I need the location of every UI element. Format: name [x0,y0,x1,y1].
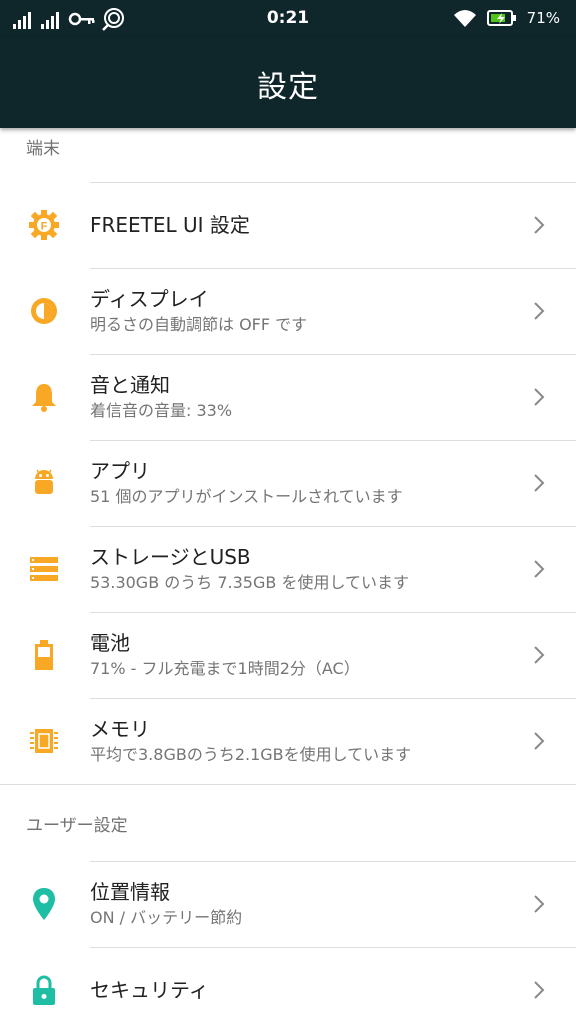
page-title: 設定 [257,70,319,105]
item-summary: 平均で3.8GBのうち2.1GBを使用しています [90,745,412,764]
item-summary: ON / バッテリー節約 [90,908,243,927]
chevron-right-icon [534,981,545,999]
item-label: FREETEL UI 設定 [90,213,250,237]
settings-item-location[interactable]: 位置情報 ON / バッテリー節約 [0,861,576,947]
item-summary: 着信音の音量: 33% [90,401,233,420]
item-summary: 明るさの自動調節は OFF です [90,315,308,334]
item-label: 位置情報 [90,880,170,904]
settings-item-apps[interactable]: アプリ 51 個のアプリがインストールされています [0,440,576,526]
chevron-right-icon [534,388,545,406]
lock-icon [26,972,62,1008]
settings-list: 端末 F FREETEL UI 設定 ディスプレイ 明るさの自動調節は OFF … [0,128,576,1033]
location-icon [26,886,62,922]
chevron-right-icon [534,474,545,492]
wifi-icon [453,10,476,27]
item-summary: 51 個のアプリがインストールされています [90,487,403,506]
battery-percent: 71% [526,9,560,27]
chevron-right-icon [534,560,545,578]
item-label: アプリ [90,459,150,483]
chevron-right-icon [534,302,545,320]
settings-item-security[interactable]: セキュリティ [0,947,576,1033]
section-header-user-settings: ユーザー設定 [26,815,128,836]
bell-icon [26,379,62,415]
app-bar: 設定 [0,38,576,128]
item-summary: 53.30GB のうち 7.35GB を使用しています [90,573,409,592]
battery-icon [26,637,62,673]
settings-item-storage[interactable]: ストレージとUSB 53.30GB のうち 7.35GB を使用しています [0,526,576,612]
chevron-right-icon [534,216,545,234]
svg-text:F: F [41,221,48,233]
status-right-icons: 71% [453,8,560,28]
settings-item-sound[interactable]: 音と通知 着信音の音量: 33% [0,354,576,440]
item-label: ディスプレイ [90,287,209,311]
battery-charging-icon [486,10,516,26]
item-label: 音と通知 [90,373,170,397]
item-label: ストレージとUSB [90,545,251,569]
memory-icon [26,723,62,759]
item-label: 電池 [90,631,130,655]
section-header-device: 端末 [26,139,60,159]
brightness-icon [26,293,62,329]
item-label: セキュリティ [90,978,209,1002]
storage-icon [26,551,62,587]
status-bar: 0:21 71% [0,0,576,38]
chevron-right-icon [534,895,545,913]
settings-item-battery[interactable]: 電池 71% - フル充電まで1時間2分（AC） [0,612,576,698]
settings-item-freetel-ui[interactable]: F FREETEL UI 設定 [0,182,576,268]
chevron-right-icon [534,646,545,664]
settings-item-memory[interactable]: メモリ 平均で3.8GBのうち2.1GBを使用しています [0,698,576,784]
freetel-gear-icon: F [26,207,62,243]
item-label: メモリ [90,717,150,741]
item-summary: 71% - フル充電まで1時間2分（AC） [90,659,360,678]
settings-item-display[interactable]: ディスプレイ 明るさの自動調節は OFF です [0,268,576,354]
chevron-right-icon [534,732,545,750]
android-icon [26,465,62,501]
